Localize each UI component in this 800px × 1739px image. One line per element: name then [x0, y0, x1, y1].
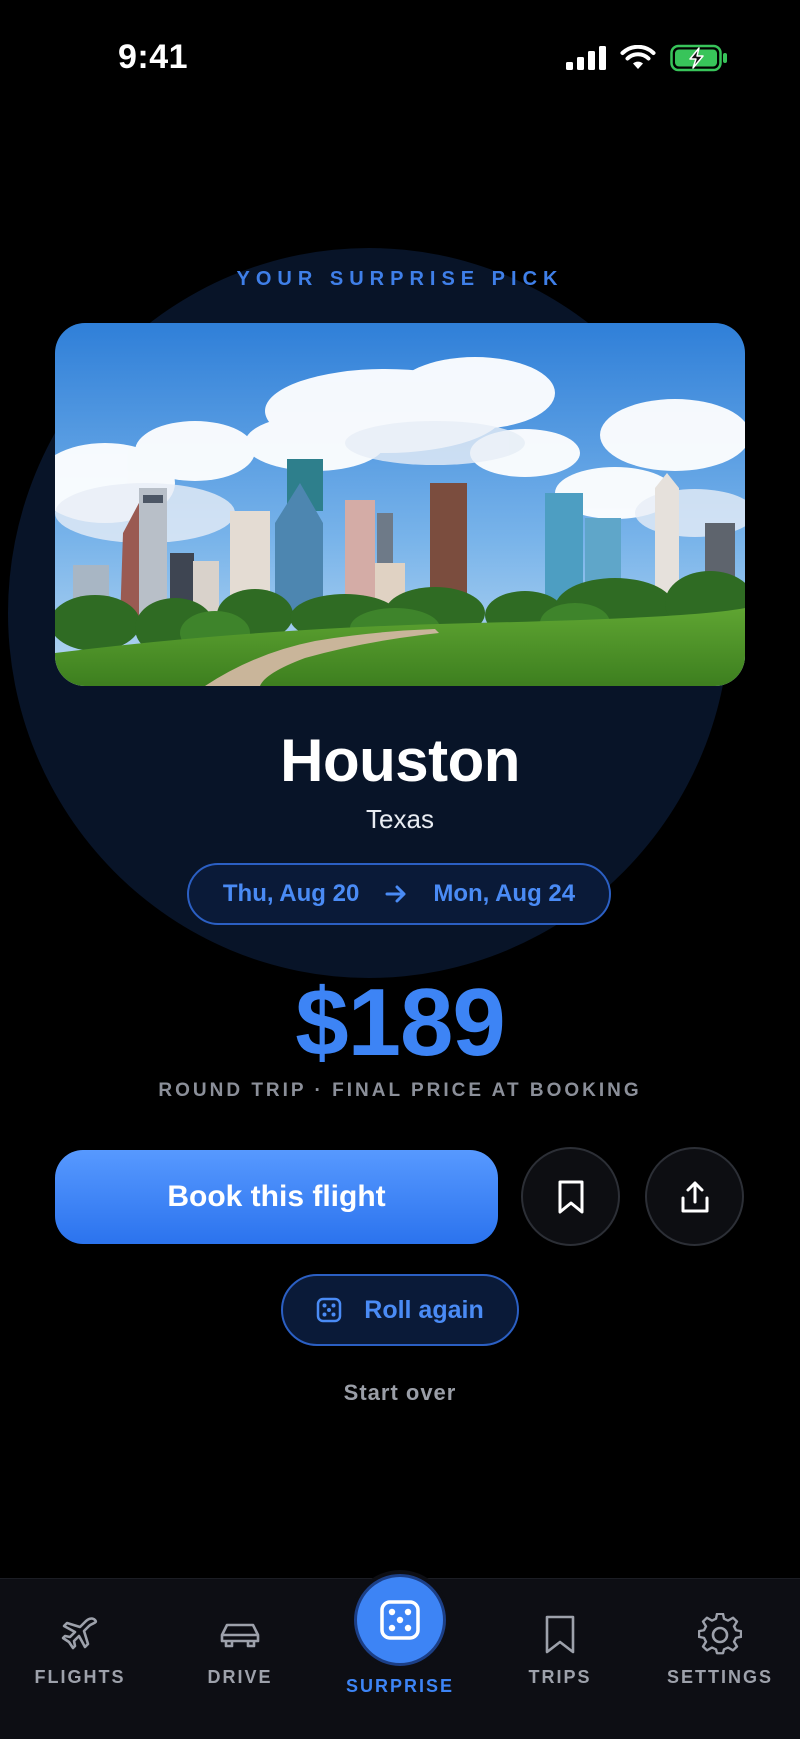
start-over-link[interactable]: Start over	[0, 1380, 800, 1406]
share-icon	[681, 1181, 708, 1212]
bookmark-icon	[545, 1615, 575, 1654]
trip-price: $189	[295, 969, 506, 1076]
tab-label: FLIGHTS	[34, 1667, 126, 1687]
status-icons	[566, 44, 728, 72]
car-icon	[220, 1623, 260, 1648]
arrow-right-icon	[385, 885, 406, 903]
wifi-icon	[620, 45, 656, 69]
tab-drive[interactable]: DRIVE	[160, 1611, 320, 1688]
destination-photo	[55, 323, 745, 686]
tab-settings[interactable]: SETTINGS	[640, 1611, 800, 1688]
dice-icon	[380, 1600, 420, 1640]
book-flight-button[interactable]: Book this flight	[55, 1150, 498, 1244]
dice-icon	[317, 1297, 342, 1323]
save-trip-button[interactable]	[521, 1147, 620, 1246]
bookmark-icon	[558, 1180, 583, 1213]
cellular-signal-icon	[566, 46, 606, 70]
surprise-pick-eyebrow: YOUR SURPRISE PICK	[236, 268, 564, 290]
tab-label: TRIPS	[528, 1667, 592, 1687]
status-bar: 9:41	[0, 0, 800, 120]
tab-label: SURPRISE	[345, 1676, 455, 1696]
price-note: ROUND TRIP · FINAL PRICE AT BOOKING	[158, 1080, 642, 1101]
houston-skyline-image	[55, 323, 745, 686]
tab-label: DRIVE	[207, 1667, 273, 1687]
destination-city: Houston	[280, 727, 520, 794]
surprise-tab-button[interactable]	[354, 1574, 446, 1666]
return-date: Mon, Aug 24	[433, 880, 576, 907]
destination-region: Texas	[366, 804, 434, 834]
share-button[interactable]	[645, 1147, 744, 1246]
gear-icon	[698, 1613, 742, 1655]
tab-label: SETTINGS	[666, 1667, 773, 1687]
airplane-icon	[61, 1617, 98, 1650]
depart-date: Thu, Aug 20	[222, 880, 360, 907]
status-time: 9:41	[118, 38, 189, 76]
trip-dates-pill[interactable]: Thu, Aug 20 Mon, Aug 24	[187, 863, 611, 925]
roll-again-label: Roll again	[364, 1295, 484, 1324]
battery-charging-icon	[670, 44, 727, 72]
roll-again-button[interactable]: Roll again	[281, 1274, 519, 1346]
tab-flights[interactable]: FLIGHTS	[0, 1611, 160, 1688]
tab-trips[interactable]: TRIPS	[480, 1611, 640, 1688]
